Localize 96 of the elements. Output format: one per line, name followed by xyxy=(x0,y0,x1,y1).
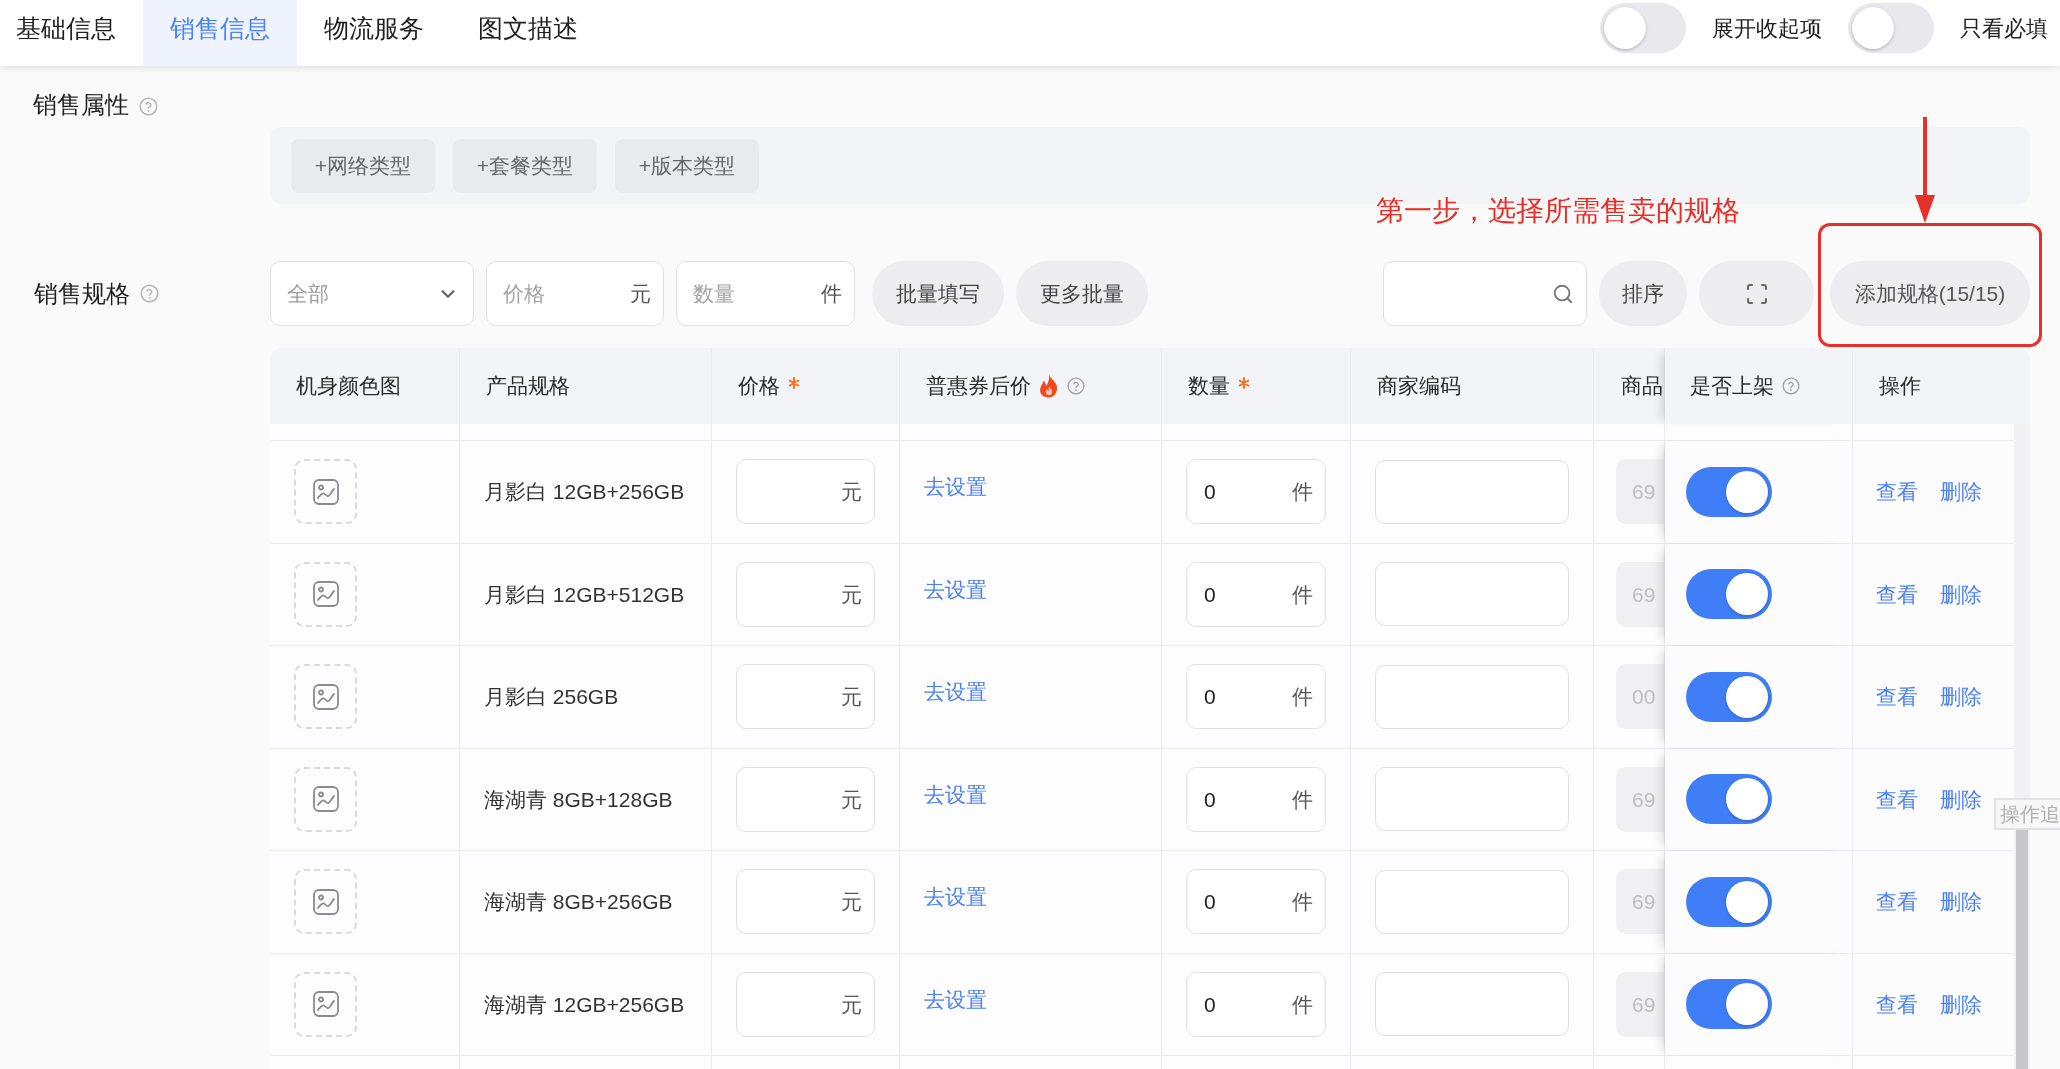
switch-label: 只看必填 xyxy=(1960,14,2048,43)
listed-switch[interactable] xyxy=(1686,671,1772,722)
spec-name: 月影白 12GB+512GB xyxy=(484,581,685,608)
text-input[interactable] xyxy=(1375,664,1569,729)
spec-name: 月影白 256GB xyxy=(484,684,619,710)
add-attribute-button[interactable]: +版本类型 xyxy=(615,138,759,193)
quantity-input[interactable]: 0 件 xyxy=(1186,561,1326,627)
listed-switch[interactable] xyxy=(1686,466,1772,517)
image-icon xyxy=(312,786,339,813)
image-icon xyxy=(312,581,339,608)
quantity-input[interactable]: 0 件 xyxy=(1186,459,1326,525)
action-link[interactable]: 删除 xyxy=(1940,886,1982,918)
column-header: 商家编码 xyxy=(1377,373,1461,400)
text-input[interactable] xyxy=(1375,972,1569,1037)
spec-name: 海湖青 8GB+256GB xyxy=(484,889,673,915)
price-input[interactable]: 元 xyxy=(736,664,875,730)
set-link[interactable]: 去设置 xyxy=(924,881,987,913)
quantity-input[interactable]: 0 件 xyxy=(1186,869,1326,935)
help-icon xyxy=(140,284,159,303)
listed-switch[interactable] xyxy=(1686,774,1772,825)
action-link[interactable]: 删除 xyxy=(1940,578,1982,610)
set-link[interactable]: 去设置 xyxy=(924,573,987,605)
tab[interactable]: 基础信息 xyxy=(0,0,143,66)
action-link[interactable]: 删除 xyxy=(1940,681,1982,713)
action-link[interactable]: 删除 xyxy=(1940,783,1982,815)
action-link[interactable]: 查看 xyxy=(1876,476,1918,508)
image-upload-slot[interactable] xyxy=(294,459,357,525)
toggle-switch[interactable] xyxy=(1600,3,1686,53)
price-input[interactable]: 元 xyxy=(736,869,875,935)
switch-label: 展开收起项 xyxy=(1712,14,1822,43)
image-upload-slot[interactable] xyxy=(294,561,357,627)
action-link[interactable]: 查看 xyxy=(1876,886,1918,918)
text-input[interactable] xyxy=(1375,459,1569,524)
action-link[interactable]: 查看 xyxy=(1876,578,1918,610)
column-header: 机身颜色图 xyxy=(296,373,401,400)
quantity-input[interactable]: 0 件 xyxy=(1186,664,1326,730)
listed-switch[interactable] xyxy=(1686,569,1772,620)
action-link[interactable]: 删除 xyxy=(1940,476,1982,508)
image-upload-slot[interactable] xyxy=(294,869,357,935)
add-spec-button[interactable]: 添加规格(15/15) xyxy=(1830,261,2030,326)
set-link[interactable]: 去设置 xyxy=(924,778,987,810)
toggle-switch[interactable] xyxy=(1848,3,1934,53)
filter-select[interactable]: 全部 xyxy=(270,261,474,326)
price-input[interactable]: 价格 元 xyxy=(486,261,664,326)
fullscreen-icon xyxy=(1744,281,1769,306)
price-input[interactable]: 元 xyxy=(736,766,875,832)
quantity-input[interactable]: 0 件 xyxy=(1186,766,1326,832)
column-header: 价格 xyxy=(738,373,780,400)
image-icon xyxy=(312,478,339,505)
action-link[interactable]: 查看 xyxy=(1876,681,1918,713)
batch-button[interactable]: 更多批量 xyxy=(1016,261,1148,326)
image-upload-slot[interactable] xyxy=(294,971,357,1037)
listed-switch[interactable] xyxy=(1686,979,1772,1030)
quantity-input[interactable]: 0 件 xyxy=(1186,971,1326,1037)
listed-switch[interactable] xyxy=(1686,876,1772,927)
add-attribute-button[interactable]: +网络类型 xyxy=(291,138,435,193)
price-input[interactable]: 元 xyxy=(736,459,875,525)
sort-button[interactable]: 排序 xyxy=(1599,261,1687,326)
column-header: 是否上架 xyxy=(1690,373,1774,400)
price-input[interactable]: 元 xyxy=(736,561,875,627)
spec-name: 月影白 12GB+256GB xyxy=(484,479,685,505)
column-header: 数量 xyxy=(1188,373,1230,400)
search-field[interactable] xyxy=(1383,261,1587,326)
set-link[interactable]: 去设置 xyxy=(924,471,987,503)
search-icon xyxy=(1552,282,1574,305)
action-link[interactable]: 查看 xyxy=(1876,783,1918,815)
price-input[interactable]: 元 xyxy=(736,971,875,1037)
image-icon xyxy=(312,888,339,915)
column-header: 产品规格 xyxy=(486,373,570,400)
action-link[interactable]: 查看 xyxy=(1876,988,1918,1020)
section-title: 销售属性 xyxy=(33,90,129,120)
set-link[interactable]: 去设置 xyxy=(924,983,987,1015)
set-link[interactable]: 去设置 xyxy=(924,676,987,708)
tab[interactable]: 物流服务 xyxy=(297,0,451,66)
annotation-text: 第一步，选择所需售卖的规格 xyxy=(1376,194,1740,228)
section-title: 销售规格 xyxy=(34,278,130,309)
column-header: 商品 xyxy=(1621,373,1663,400)
action-link[interactable]: 删除 xyxy=(1940,988,1982,1020)
text-input[interactable] xyxy=(1375,767,1569,832)
spec-name: 海湖青 12GB+256GB xyxy=(484,991,685,1018)
batch-button[interactable]: 批量填写 xyxy=(872,261,1004,326)
add-attribute-button[interactable]: +套餐类型 xyxy=(453,138,597,193)
image-icon xyxy=(312,683,339,710)
column-header: 普惠券后价 xyxy=(926,373,1031,400)
tooltip: 操作追 xyxy=(1994,798,2060,830)
tab[interactable]: 销售信息 xyxy=(143,0,297,66)
image-upload-slot[interactable] xyxy=(294,766,357,832)
tab[interactable]: 图文描述 xyxy=(451,0,605,66)
image-icon xyxy=(312,991,339,1018)
quantity-input[interactable]: 数量 件 xyxy=(676,261,855,326)
text-input[interactable] xyxy=(1375,562,1569,627)
text-input[interactable] xyxy=(1375,869,1569,934)
image-upload-slot[interactable] xyxy=(294,664,357,730)
spec-name: 海湖青 8GB+128GB xyxy=(484,786,673,813)
help-icon xyxy=(139,97,158,116)
column-header: 操作 xyxy=(1879,373,1921,400)
